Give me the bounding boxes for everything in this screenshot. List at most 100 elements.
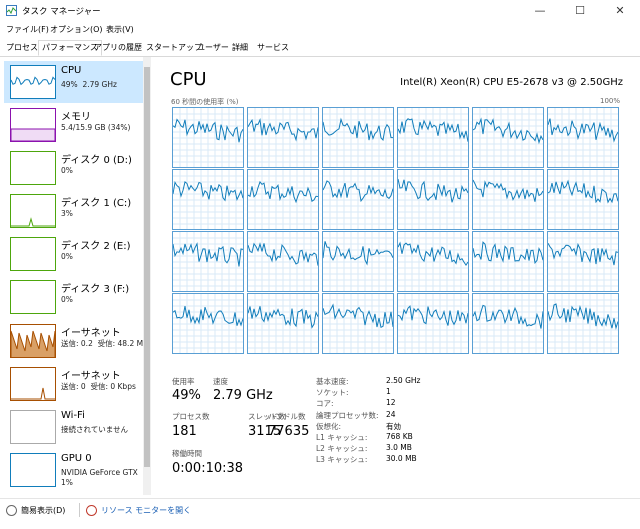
sidebar-item-7[interactable]: イーサネット 送信: 0 受信: 0 Kbps — [4, 363, 144, 405]
core-graph — [472, 293, 544, 354]
spec-value: 12 — [386, 398, 396, 408]
core-graph — [247, 293, 319, 354]
disk-graph-icon — [10, 194, 56, 228]
core-graph — [247, 169, 319, 230]
cpu-graph-icon — [10, 65, 56, 99]
core-graph — [547, 169, 619, 230]
core-graph — [547, 293, 619, 354]
menu-file[interactable]: ファイル(F) — [6, 24, 49, 35]
sidebar-item-subtitle: 0% — [61, 166, 73, 175]
resource-monitor-icon — [86, 505, 97, 516]
wifi-graph-icon — [10, 410, 56, 444]
handles-label: ハンドル数 — [268, 412, 306, 421]
sidebar-item-4[interactable]: ディスク 2 (E:) 0% — [4, 233, 144, 275]
core-graph — [472, 231, 544, 292]
utilization-label: 使用率 — [172, 377, 195, 386]
sidebar-item-subtitle: 5.4/15.9 GB (34%) — [61, 123, 131, 132]
spec-value: 有効 — [386, 421, 401, 431]
window-title: タスク マネージャー — [22, 7, 101, 17]
utilization-value: 49% — [172, 388, 201, 403]
sidebar-item-title: ディスク 2 (E:) — [61, 241, 131, 252]
sidebar-item-title: イーサネット — [61, 328, 121, 339]
tab-users[interactable]: ユーザー — [193, 40, 233, 56]
tab-bar: プロセス パフォーマンス アプリの履歴 スタートアップ ユーザー 詳細 サービス — [0, 38, 640, 57]
spec-label: 論理プロセッサ数: — [316, 410, 379, 420]
core-graph — [397, 107, 469, 168]
gpu-graph-icon — [10, 453, 56, 487]
spec-value: 30.0 MB — [386, 454, 417, 464]
sidebar-item-subtitle: 送信: 0 受信: 0 Kbps — [61, 382, 136, 391]
core-graph — [172, 293, 244, 354]
footer-divider — [79, 503, 80, 517]
core-graph — [397, 293, 469, 354]
core-graph — [547, 107, 619, 168]
sidebar-item-0[interactable]: CPU 49% 2.79 GHz — [4, 61, 144, 103]
tab-processes[interactable]: プロセス — [2, 40, 42, 56]
sidebar-item-subtitle: NVIDIA GeForce GTX 1% — [61, 468, 138, 487]
uptime-label: 稼働時間 — [172, 449, 202, 458]
sidebar-item-2[interactable]: ディスク 0 (D:) 0% — [4, 147, 144, 189]
core-graph — [547, 231, 619, 292]
core-graph — [472, 169, 544, 230]
maximize-button[interactable]: ☐ — [560, 0, 600, 22]
spec-label: 基本速度: — [316, 377, 349, 386]
spec-value: 2.50 GHz — [386, 376, 421, 385]
sidebar-item-subtitle: 0% — [61, 295, 73, 304]
page-title: CPU — [170, 69, 207, 90]
resource-sidebar: CPU 49% 2.79 GHz メモリ 5.4/15.9 GB (34%) ディスク … — [0, 57, 151, 495]
sidebar-item-subtitle: 0% — [61, 252, 73, 261]
spec-value: 1 — [386, 387, 391, 397]
spec-label: L3 キャッシュ: — [316, 455, 368, 465]
spec-value: 3.0 MB — [386, 443, 412, 453]
menu-bar: ファイル(F) オプション(O) 表示(V) — [0, 22, 640, 38]
spec-label: L1 キャッシュ: — [316, 433, 368, 442]
tab-app-history[interactable]: アプリの履歴 — [90, 40, 146, 56]
core-graph — [172, 169, 244, 230]
sidebar-item-subtitle: 送信: 0.2 受信: 48.2 M — [61, 339, 144, 348]
memory-graph-icon — [10, 108, 56, 142]
core-graph — [397, 169, 469, 230]
sidebar-item-3[interactable]: ディスク 1 (C:) 3% — [4, 190, 144, 232]
core-graph — [172, 107, 244, 168]
fewer-details-button[interactable]: 簡易表示(D) — [6, 505, 65, 516]
graph-caption: 60 秒間の使用率 (%) — [171, 98, 239, 106]
ethernet-graph-icon — [10, 324, 56, 358]
open-resource-monitor-link[interactable]: リソース モニターを開く — [86, 505, 191, 516]
spec-label: L2 キャッシュ: — [316, 444, 368, 454]
sidebar-item-9[interactable]: GPU 0 NVIDIA GeForce GTX 1% — [4, 449, 144, 491]
tab-details[interactable]: 詳細 — [228, 40, 252, 56]
sidebar-item-subtitle: 接続されていません — [61, 425, 129, 434]
spec-value: 24 — [386, 409, 396, 419]
minimize-button[interactable]: — — [520, 0, 560, 22]
spec-label: ソケット: — [316, 388, 349, 398]
sidebar-scrollbar[interactable] — [143, 57, 151, 495]
sidebar-item-5[interactable]: ディスク 3 (F:) 0% — [4, 276, 144, 318]
scrollbar-thumb[interactable] — [144, 67, 150, 467]
uptime-value: 0:00:10:38 — [172, 461, 244, 476]
cpu-model-name: Intel(R) Xeon(R) CPU E5-2678 v3 @ 2.50GH… — [400, 77, 623, 88]
sidebar-item-subtitle: 49% 2.79 GHz — [61, 80, 117, 89]
handles-value: 77635 — [268, 424, 310, 439]
sidebar-item-1[interactable]: メモリ 5.4/15.9 GB (34%) — [4, 104, 144, 146]
chevron-up-icon — [6, 505, 17, 516]
task-manager-icon — [6, 5, 17, 16]
menu-options[interactable]: オプション(O) — [50, 24, 103, 35]
core-graph — [247, 107, 319, 168]
core-graph — [322, 107, 394, 168]
processes-label: プロセス数 — [172, 412, 210, 421]
sidebar-item-subtitle: 3% — [61, 209, 73, 218]
sidebar-item-title: イーサネット — [61, 371, 121, 382]
core-graph — [322, 231, 394, 292]
spec-label: 仮想化: — [316, 421, 342, 431]
disk-graph-icon — [10, 237, 56, 271]
spec-value: 768 KB — [386, 432, 413, 441]
sidebar-item-8[interactable]: Wi-Fi 接続されていません — [4, 406, 144, 448]
menu-view[interactable]: 表示(V) — [106, 24, 134, 35]
cpu-detail-pane: CPU Intel(R) Xeon(R) CPU E5-2678 v3 @ 2.… — [151, 57, 640, 495]
tab-services[interactable]: サービス — [253, 40, 293, 56]
speed-label: 速度 — [213, 377, 228, 386]
close-button[interactable]: ✕ — [600, 0, 640, 22]
sidebar-item-6[interactable]: イーサネット 送信: 0.2 受信: 48.2 M — [4, 320, 144, 362]
speed-value: 2.79 GHz — [213, 388, 273, 403]
disk-graph-icon — [10, 280, 56, 314]
